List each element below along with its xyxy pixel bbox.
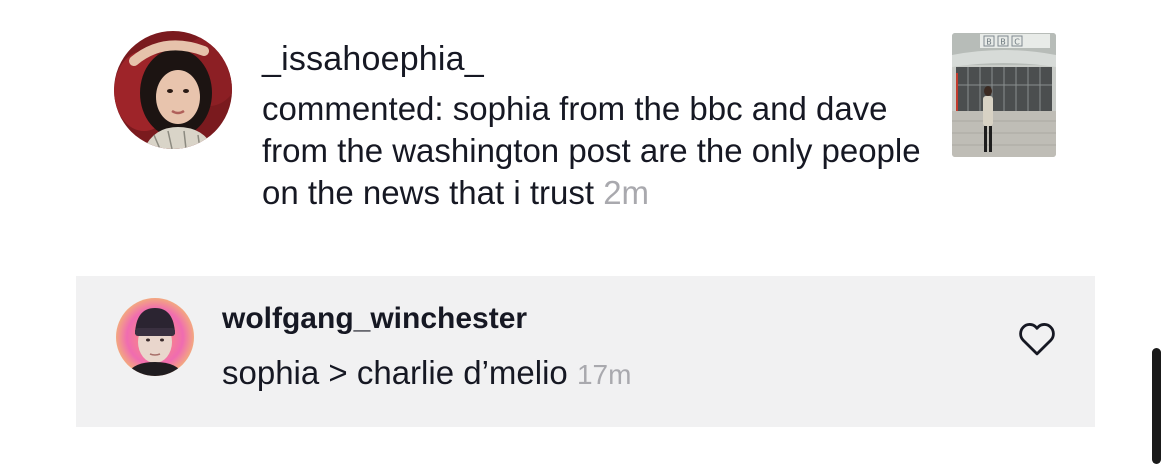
commenter-username[interactable]: _issahoephia_ bbox=[262, 40, 484, 79]
commenter-avatar-image bbox=[114, 31, 232, 149]
reply-time: 17m bbox=[576, 359, 632, 390]
video-thumbnail-image: B B C bbox=[952, 33, 1056, 157]
svg-text:B: B bbox=[1000, 38, 1006, 47]
replier-avatar-image bbox=[116, 298, 194, 376]
video-thumbnail[interactable]: B B C bbox=[952, 33, 1056, 157]
reply-card[interactable]: wolfgang_winchester sophia > charlie d’m… bbox=[76, 276, 1095, 427]
like-button[interactable] bbox=[1016, 318, 1058, 360]
replier-username[interactable]: wolfgang_winchester bbox=[222, 302, 527, 336]
notification-comment: commented: sophia from the bbc and dave … bbox=[262, 88, 942, 214]
commenter-avatar[interactable] bbox=[114, 31, 232, 149]
reply-comment-text: sophia > charlie d’melio bbox=[222, 354, 568, 391]
notification-time: 2m bbox=[603, 174, 650, 211]
replier-avatar[interactable] bbox=[116, 298, 194, 376]
reply-comment: sophia > charlie d’melio 17m bbox=[222, 354, 631, 392]
scrollbar[interactable] bbox=[1152, 348, 1161, 464]
notification-screen: _issahoephia_ commented: sophia from the… bbox=[0, 0, 1170, 464]
notification-comment-text: commented: sophia from the bbc and dave … bbox=[262, 90, 921, 211]
svg-text:C: C bbox=[1014, 38, 1020, 47]
svg-text:B: B bbox=[986, 38, 992, 47]
heart-outline-icon bbox=[1019, 323, 1055, 356]
